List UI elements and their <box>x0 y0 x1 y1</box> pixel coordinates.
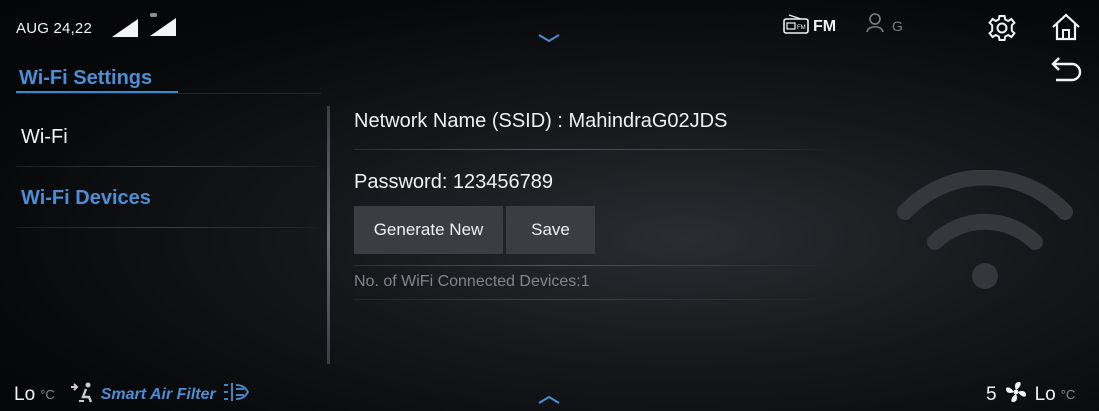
user-profile[interactable]: G <box>866 13 903 38</box>
smart-air-filter-label[interactable]: Smart Air Filter <box>101 386 216 404</box>
right-temperature[interactable]: Lo <box>1035 384 1056 406</box>
infotainment-screen: AUG 24,22 FM FM G Wi-Fi Settings Wi-Fi W… <box>0 0 1099 411</box>
car-signal-icon <box>150 12 176 41</box>
network-name-text: Network Name (SSID) : MahindraG02JDS <box>354 110 728 132</box>
date-label: AUG 24,22 <box>16 20 93 37</box>
menu-item-wifi[interactable]: Wi-Fi <box>21 126 68 149</box>
connected-devices-text: No. of WiFi Connected Devices:1 <box>354 273 590 290</box>
connected-divider <box>354 299 834 300</box>
climate-right: 5 Lo °C <box>986 381 1075 408</box>
chevron-up-icon[interactable] <box>538 392 560 410</box>
right-temperature-unit: °C <box>1060 387 1076 402</box>
radio-source-label: FM <box>813 17 837 35</box>
panel-divider <box>327 106 330 364</box>
status-bar: AUG 24,22 FM FM G <box>0 0 1099 52</box>
home-icon[interactable] <box>1051 12 1081 47</box>
menu-item-wifi-devices[interactable]: Wi-Fi Devices <box>21 187 151 210</box>
back-icon[interactable] <box>1048 56 1082 87</box>
save-button[interactable]: Save <box>506 206 595 254</box>
climate-left: Lo °C Smart Air Filter <box>14 381 250 408</box>
radio-icon: FM <box>783 14 809 39</box>
left-temperature-unit: °C <box>40 387 55 402</box>
password-text: Password: 123456789 <box>354 171 554 193</box>
user-label: G <box>892 17 903 34</box>
svg-text:FM: FM <box>797 25 806 31</box>
ssid-divider <box>354 149 834 150</box>
chevron-down-icon[interactable] <box>538 30 560 48</box>
fan-speed-value[interactable]: 5 <box>986 384 997 406</box>
fan-icon[interactable] <box>1005 381 1027 408</box>
signal-icon <box>112 19 138 42</box>
menu-divider <box>16 166 316 167</box>
user-icon <box>866 13 884 38</box>
page-title: Wi-Fi Settings <box>19 67 153 89</box>
air-filter-icon[interactable] <box>222 381 250 408</box>
title-underline <box>16 91 178 93</box>
generate-new-button[interactable]: Generate New <box>354 206 503 254</box>
left-temperature[interactable]: Lo <box>14 384 35 406</box>
seat-airflow-icon[interactable] <box>67 381 93 408</box>
menu-divider <box>16 227 316 228</box>
radio-source[interactable]: FM FM <box>783 14 836 39</box>
button-divider <box>354 265 834 266</box>
gear-icon[interactable] <box>988 14 1016 47</box>
wifi-icon <box>895 169 1075 295</box>
title-divider <box>16 93 321 94</box>
